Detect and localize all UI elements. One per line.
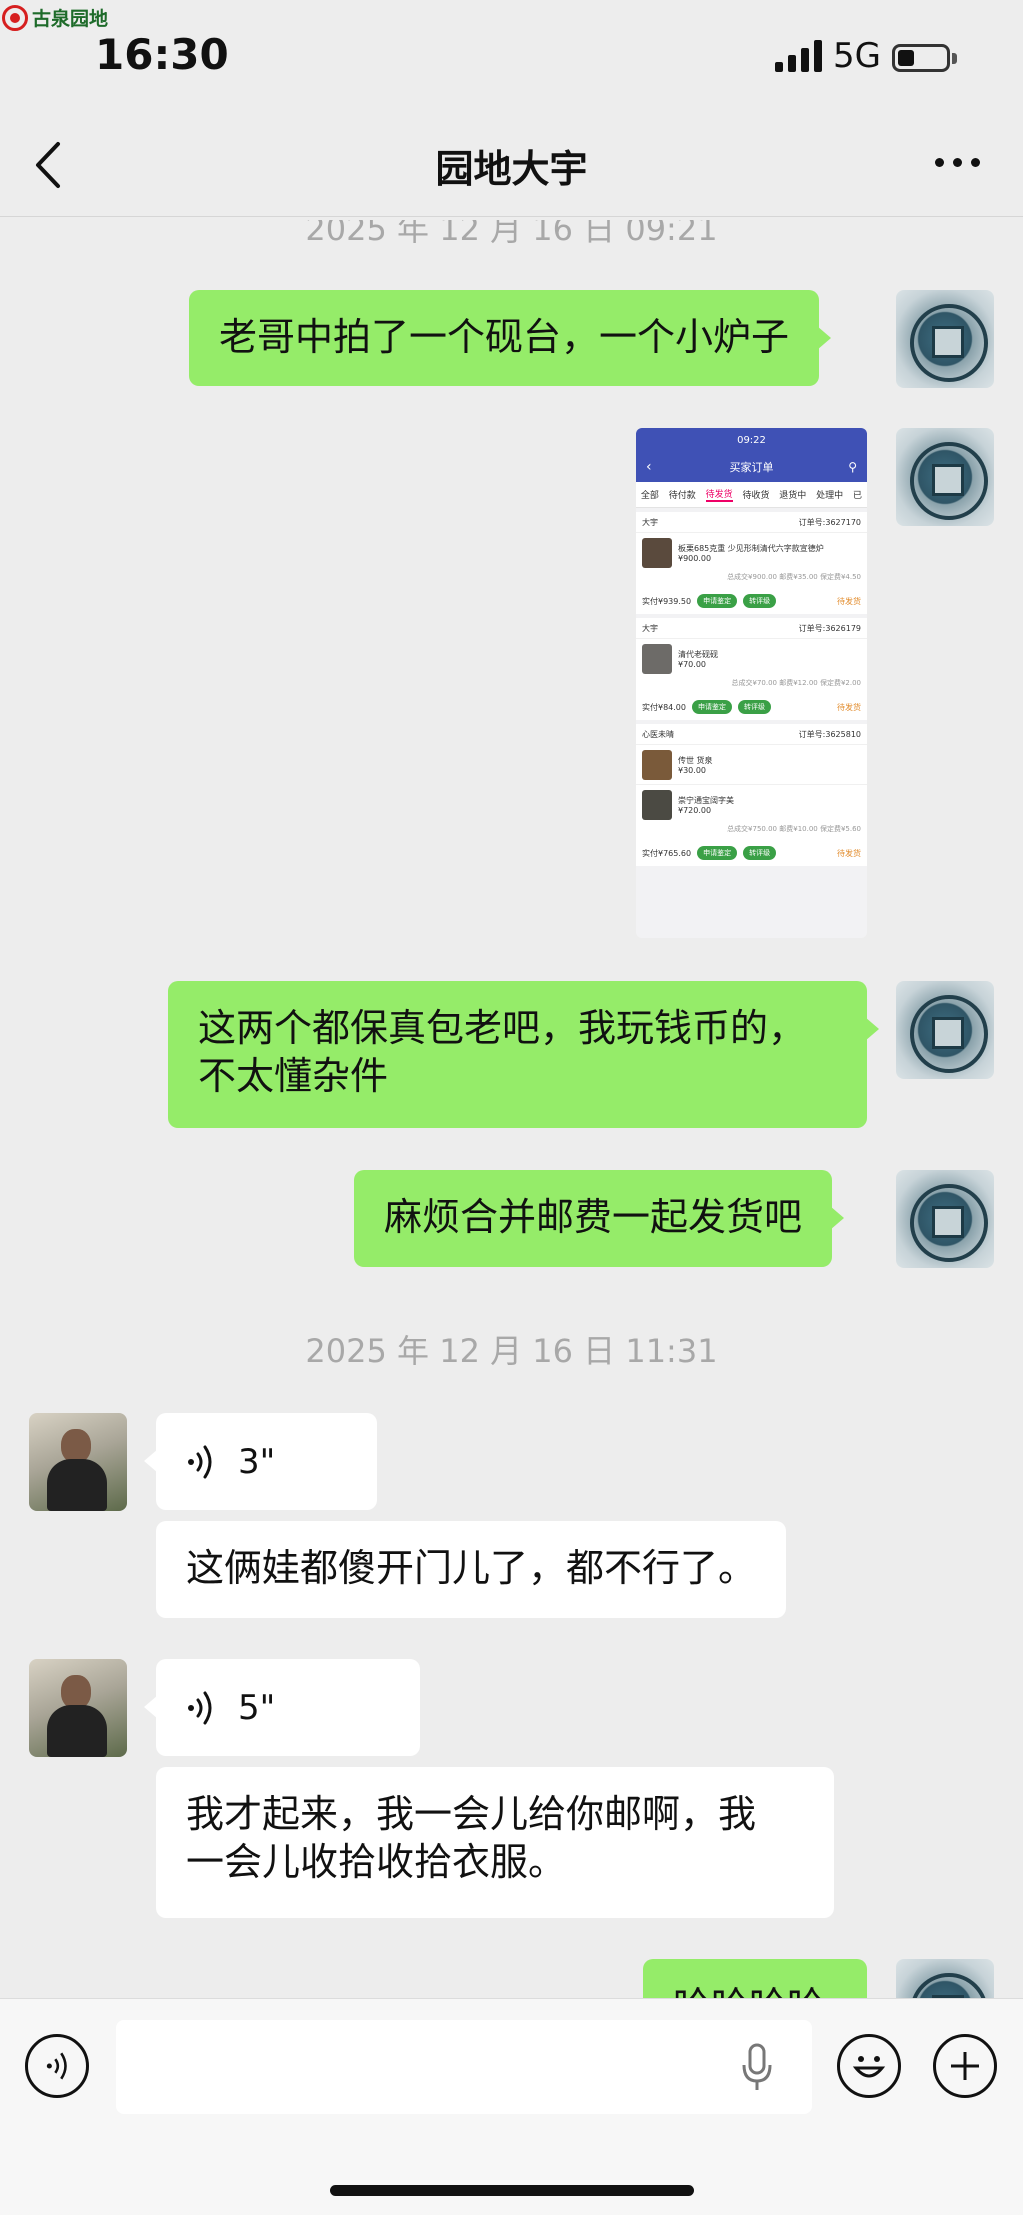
message-bubble[interactable]: 老哥中拍了一个砚台，一个小炉子 — [189, 290, 832, 386]
message-text-line: 我才起来，我一会儿给你邮啊，我 — [186, 1792, 757, 1836]
voice-message[interactable]: 5" — [144, 1659, 420, 1756]
message-text-line: 一会儿收拾收拾衣服。 — [186, 1840, 567, 1884]
home-indicator[interactable] — [330, 2185, 694, 2196]
voice-mode-icon[interactable] — [25, 2034, 89, 2098]
message-bubble[interactable]: 这两个都保真包老吧，我玩钱币的， 不太懂杂件 — [168, 981, 879, 1128]
my-avatar[interactable] — [896, 981, 994, 1079]
header-divider — [0, 216, 1023, 217]
voice-duration: 5" — [238, 1687, 276, 1728]
timestamp: 2025 年 12 月 16 日 11:31 — [305, 1332, 718, 1370]
battery-icon — [892, 44, 950, 72]
microphone-icon[interactable] — [740, 2043, 774, 2093]
screenshot-status-time: 09:22 — [636, 428, 867, 452]
image-message[interactable]: 09:22 ‹ 买家订单 ⚲ 全部 待付款 待发货 待收货 退货中 处理中已 大宇 订单号:36… — [636, 428, 867, 938]
contact-avatar[interactable] — [29, 1659, 127, 1757]
message-text: 麻烦合并邮费一起发货吧 — [384, 1195, 803, 1239]
message-bubble[interactable]: 我才起来，我一会儿给你邮啊，我 一会儿收拾收拾衣服。 — [156, 1767, 834, 1918]
network-type: 5G — [833, 36, 881, 76]
timestamp: 2025 年 12 月 16 日 09:21 — [305, 210, 718, 248]
screenshot-tabs: 全部 待付款 待发货 待收货 退货中 处理中已 — [636, 482, 867, 508]
message-input[interactable] — [116, 2020, 812, 2114]
message-bubble[interactable]: 麻烦合并邮费一起发货吧 — [354, 1170, 845, 1267]
voice-wave-icon — [188, 1691, 212, 1724]
more-dots-icon[interactable] — [935, 158, 980, 167]
message-text: 这俩娃都傻开门儿了，都不行了。 — [186, 1546, 757, 1590]
message-text-line: 这两个都保真包老吧，我玩钱币的， — [198, 1006, 807, 1050]
message-bubble[interactable]: 这俩娃都傻开门儿了，都不行了。 — [156, 1521, 787, 1618]
message-text-line: 不太懂杂件 — [198, 1054, 389, 1098]
voice-wave-icon — [188, 1445, 212, 1478]
status-time: 16:30 — [95, 30, 229, 79]
plus-icon[interactable] — [933, 2034, 997, 2098]
voice-message[interactable]: 3" — [144, 1413, 377, 1510]
contact-avatar[interactable] — [29, 1413, 127, 1511]
watermark-text: 古泉园地 — [32, 8, 109, 30]
watermark-logo-icon — [2, 4, 28, 31]
battery-tip — [952, 53, 957, 64]
my-avatar[interactable] — [896, 290, 994, 388]
my-avatar[interactable] — [896, 428, 994, 526]
my-avatar[interactable] — [896, 1170, 994, 1268]
voice-duration: 3" — [238, 1441, 276, 1482]
watermark: 古泉园地 — [2, 4, 108, 31]
screenshot-title: 买家订单 — [729, 461, 774, 474]
signal-icon — [775, 40, 822, 72]
message-text: 老哥中拍了一个砚台，一个小炉子 — [219, 315, 790, 359]
chat-title: 园地大宇 — [435, 147, 588, 191]
emoji-icon[interactable] — [837, 2034, 901, 2098]
